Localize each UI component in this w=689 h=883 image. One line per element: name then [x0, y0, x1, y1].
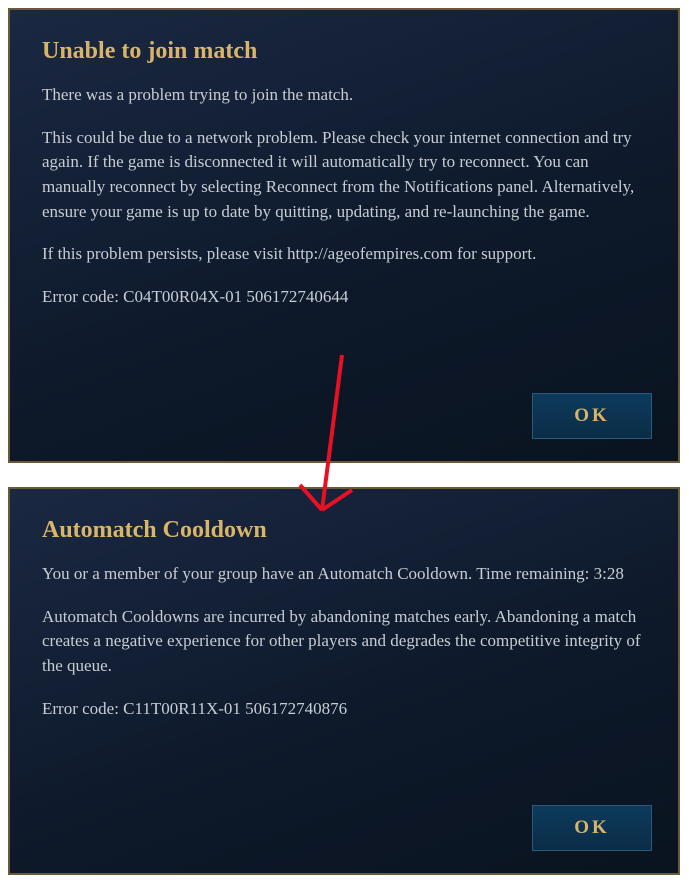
dialog-body: You or a member of your group have an Au… — [42, 562, 646, 721]
dialog-error-code: Error code: C11T00R11X-01 506172740876 — [42, 697, 646, 722]
dialog-message-1: You or a member of your group have an Au… — [42, 562, 646, 587]
dialog-message-1: There was a problem trying to join the m… — [42, 83, 646, 108]
error-dialog-unable-to-join: Unable to join match There was a problem… — [8, 8, 680, 463]
dialog-message-2: Automatch Cooldowns are incurred by aban… — [42, 605, 646, 679]
dialog-message-2: This could be due to a network problem. … — [42, 126, 646, 225]
dialog-body: There was a problem trying to join the m… — [42, 83, 646, 309]
error-dialog-automatch-cooldown: Automatch Cooldown You or a member of yo… — [8, 487, 680, 875]
ok-button[interactable]: OK — [532, 805, 652, 851]
dialog-message-3: If this problem persists, please visit h… — [42, 242, 646, 267]
dialog-error-code: Error code: C04T00R04X-01 506172740644 — [42, 285, 646, 310]
dialog-title: Unable to join match — [42, 38, 646, 65]
dialog-title: Automatch Cooldown — [42, 517, 646, 544]
ok-button[interactable]: OK — [532, 393, 652, 439]
